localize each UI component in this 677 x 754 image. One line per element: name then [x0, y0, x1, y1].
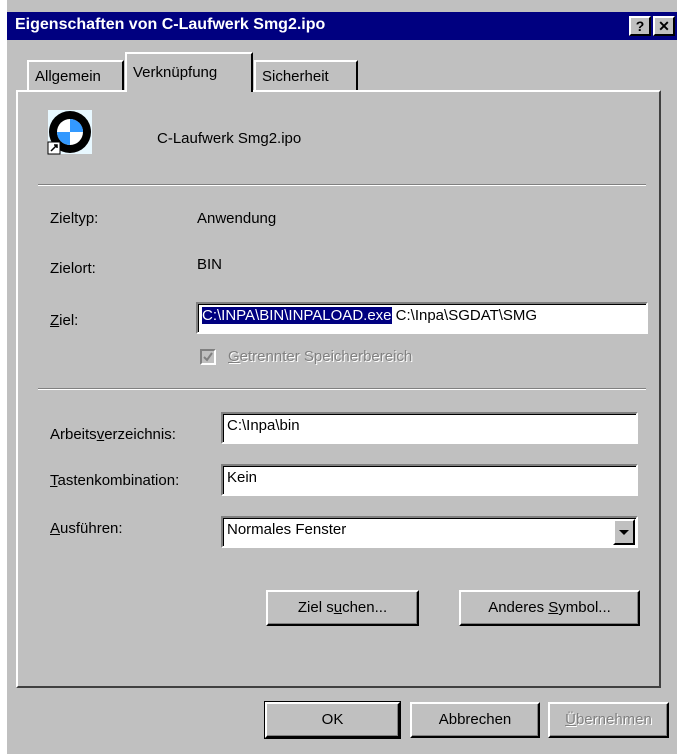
separator — [38, 184, 646, 186]
zielort-label: Zielort: — [50, 260, 96, 277]
arbeitsverzeichnis-label: Arbeitsverzeichnis: — [50, 426, 176, 443]
tab-verknuepfung[interactable]: Verknüpfung — [125, 52, 253, 92]
separator — [38, 388, 646, 390]
tastenkombination-input[interactable]: Kein — [221, 464, 638, 496]
ziel-input[interactable]: C:\INPA\BIN\INPALOAD.exe C:\Inpa\SGDAT\S… — [196, 302, 648, 334]
getrennter-speicher-label: Getrennter Speicherbereich — [228, 348, 413, 365]
ziel-rest-text: C:\Inpa\SGDAT\SMG — [391, 307, 538, 324]
title-bar[interactable]: Eigenschaften von C-Laufwerk Smg2.ipo ? … — [7, 12, 677, 40]
help-button[interactable]: ? — [629, 16, 651, 36]
shortcut-name: C-Laufwerk Smg2.ipo — [157, 130, 302, 147]
arbeitsverzeichnis-input[interactable]: C:\Inpa\bin — [221, 412, 638, 444]
uebernehmen-button[interactable]: Übernehmen — [548, 702, 669, 738]
tastenkombination-label: Tastenkombination: — [50, 472, 180, 489]
ausfuehren-select[interactable]: Normales Fenster — [221, 516, 638, 548]
ausfuehren-label: Ausführen: — [50, 520, 123, 537]
ziel-selected-text: C:\INPA\BIN\INPALOAD.exe — [202, 307, 392, 324]
ok-button[interactable]: OK — [264, 701, 401, 739]
ziel-label: Ziel: — [50, 312, 79, 329]
chevron-down-icon[interactable] — [613, 519, 635, 545]
window-title: Eigenschaften von C-Laufwerk Smg2.ipo — [15, 16, 326, 33]
bmw-logo-icon — [46, 108, 94, 156]
getrennter-speicher-checkbox[interactable] — [200, 349, 216, 365]
anderes-symbol-button[interactable]: Anderes Symbol... — [459, 590, 640, 626]
abbrechen-button[interactable]: Abbrechen — [410, 702, 540, 738]
zieltyp-value: Anwendung — [197, 210, 277, 227]
tab-allgemein[interactable]: Allgemein — [27, 60, 124, 91]
close-button[interactable]: ✕ — [653, 16, 675, 36]
zieltyp-label: Zieltyp: — [50, 210, 99, 227]
ziel-suchen-button[interactable]: Ziel suchen... — [266, 590, 419, 626]
tab-panel: C-Laufwerk Smg2.ipo Zieltyp: Anwendung Z… — [16, 90, 661, 688]
tab-sicherheit[interactable]: Sicherheit — [254, 60, 358, 91]
ausfuehren-value: Normales Fenster — [227, 521, 347, 538]
zielort-value: BIN — [197, 256, 223, 273]
